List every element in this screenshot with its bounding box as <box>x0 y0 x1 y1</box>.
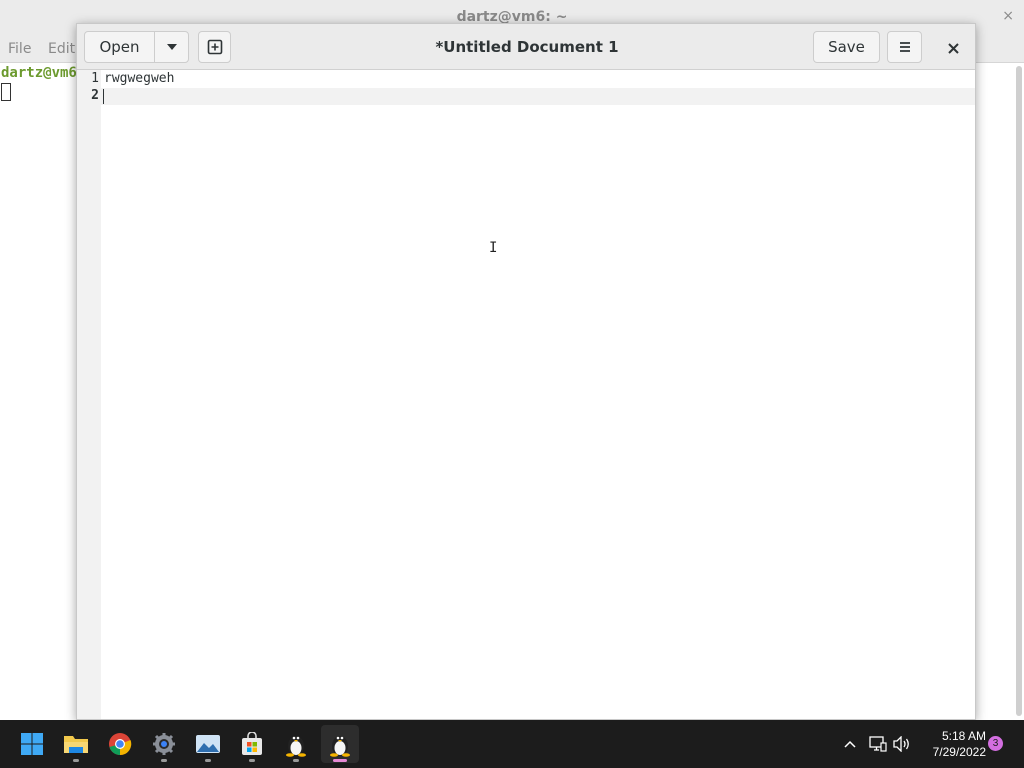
network-icon <box>869 736 887 752</box>
mouse-ibeam-cursor: I <box>489 240 498 256</box>
running-indicator <box>205 759 211 762</box>
taskbar-chrome[interactable] <box>101 725 139 763</box>
close-icon <box>947 42 959 54</box>
start-button[interactable] <box>13 725 51 763</box>
file-explorer-icon <box>64 736 88 753</box>
taskbar-linux-terminal[interactable] <box>277 725 315 763</box>
chevron-up-icon <box>844 740 856 748</box>
running-indicator <box>161 759 167 762</box>
taskbar: 5:18 AM 7/29/2022 <box>0 720 1024 768</box>
taskbar-settings[interactable] <box>145 725 183 763</box>
microsoft-store-icon <box>242 732 262 755</box>
settings-icon <box>153 733 175 755</box>
line-number-gutter: 1 2 <box>77 70 101 719</box>
menu-button[interactable] <box>887 31 922 63</box>
terminal-prompt: dartz@vm6 <box>1 65 77 81</box>
taskbar-photos[interactable] <box>189 725 227 763</box>
network-button[interactable] <box>867 720 889 768</box>
active-indicator <box>333 759 347 762</box>
running-indicator <box>293 759 299 762</box>
photos-icon <box>196 735 220 753</box>
taskbar-file-explorer[interactable] <box>57 725 95 763</box>
line-number: 2 <box>91 88 99 103</box>
open-button[interactable]: Open <box>84 31 155 63</box>
terminal-menu-edit[interactable]: Edit <box>48 41 75 57</box>
text-caret <box>103 89 104 104</box>
terminal-scrollbar[interactable] <box>1016 66 1022 716</box>
taskbar-store[interactable] <box>233 725 271 763</box>
line-number: 1 <box>91 71 99 86</box>
running-indicator <box>73 759 79 762</box>
header-bar: Open *Untitled Document 1 Save <box>77 24 975 70</box>
show-hidden-icons-button[interactable] <box>840 720 860 768</box>
document-title: *Untitled Document 1 <box>435 38 619 56</box>
clock-date: 7/29/2022 <box>932 745 986 759</box>
close-button[interactable] <box>939 37 967 59</box>
text-editor[interactable]: 1 2 rwgwegweh I <box>77 70 975 719</box>
taskbar-linux-gedit[interactable] <box>321 725 359 763</box>
speaker-icon <box>893 736 909 752</box>
save-button[interactable]: Save <box>813 31 880 63</box>
linux-penguin-icon <box>286 736 306 757</box>
notification-badge[interactable]: 3 <box>988 736 1003 751</box>
chrome-icon <box>109 733 132 756</box>
current-line-highlight <box>101 88 975 105</box>
clock[interactable]: 5:18 AM 7/29/2022 <box>918 728 986 760</box>
chevron-down-icon <box>166 44 177 50</box>
clock-time: 5:18 AM <box>941 729 986 743</box>
terminal-menu-file[interactable]: File <box>8 41 31 57</box>
new-document-icon <box>207 39 222 55</box>
linux-penguin-icon <box>330 736 350 757</box>
new-tab-button[interactable] <box>198 31 231 63</box>
volume-button[interactable] <box>891 720 913 768</box>
editor-line: rwgwegweh <box>104 71 175 86</box>
windows-start-icon <box>21 733 43 755</box>
gedit-window: Open *Untitled Document 1 Save 1 2 rwgwe… <box>76 23 976 720</box>
hamburger-icon <box>899 42 910 52</box>
running-indicator <box>249 759 255 762</box>
terminal-close-icon[interactable]: × <box>1002 8 1014 24</box>
terminal-cursor <box>1 83 11 101</box>
open-dropdown-button[interactable] <box>154 31 189 63</box>
